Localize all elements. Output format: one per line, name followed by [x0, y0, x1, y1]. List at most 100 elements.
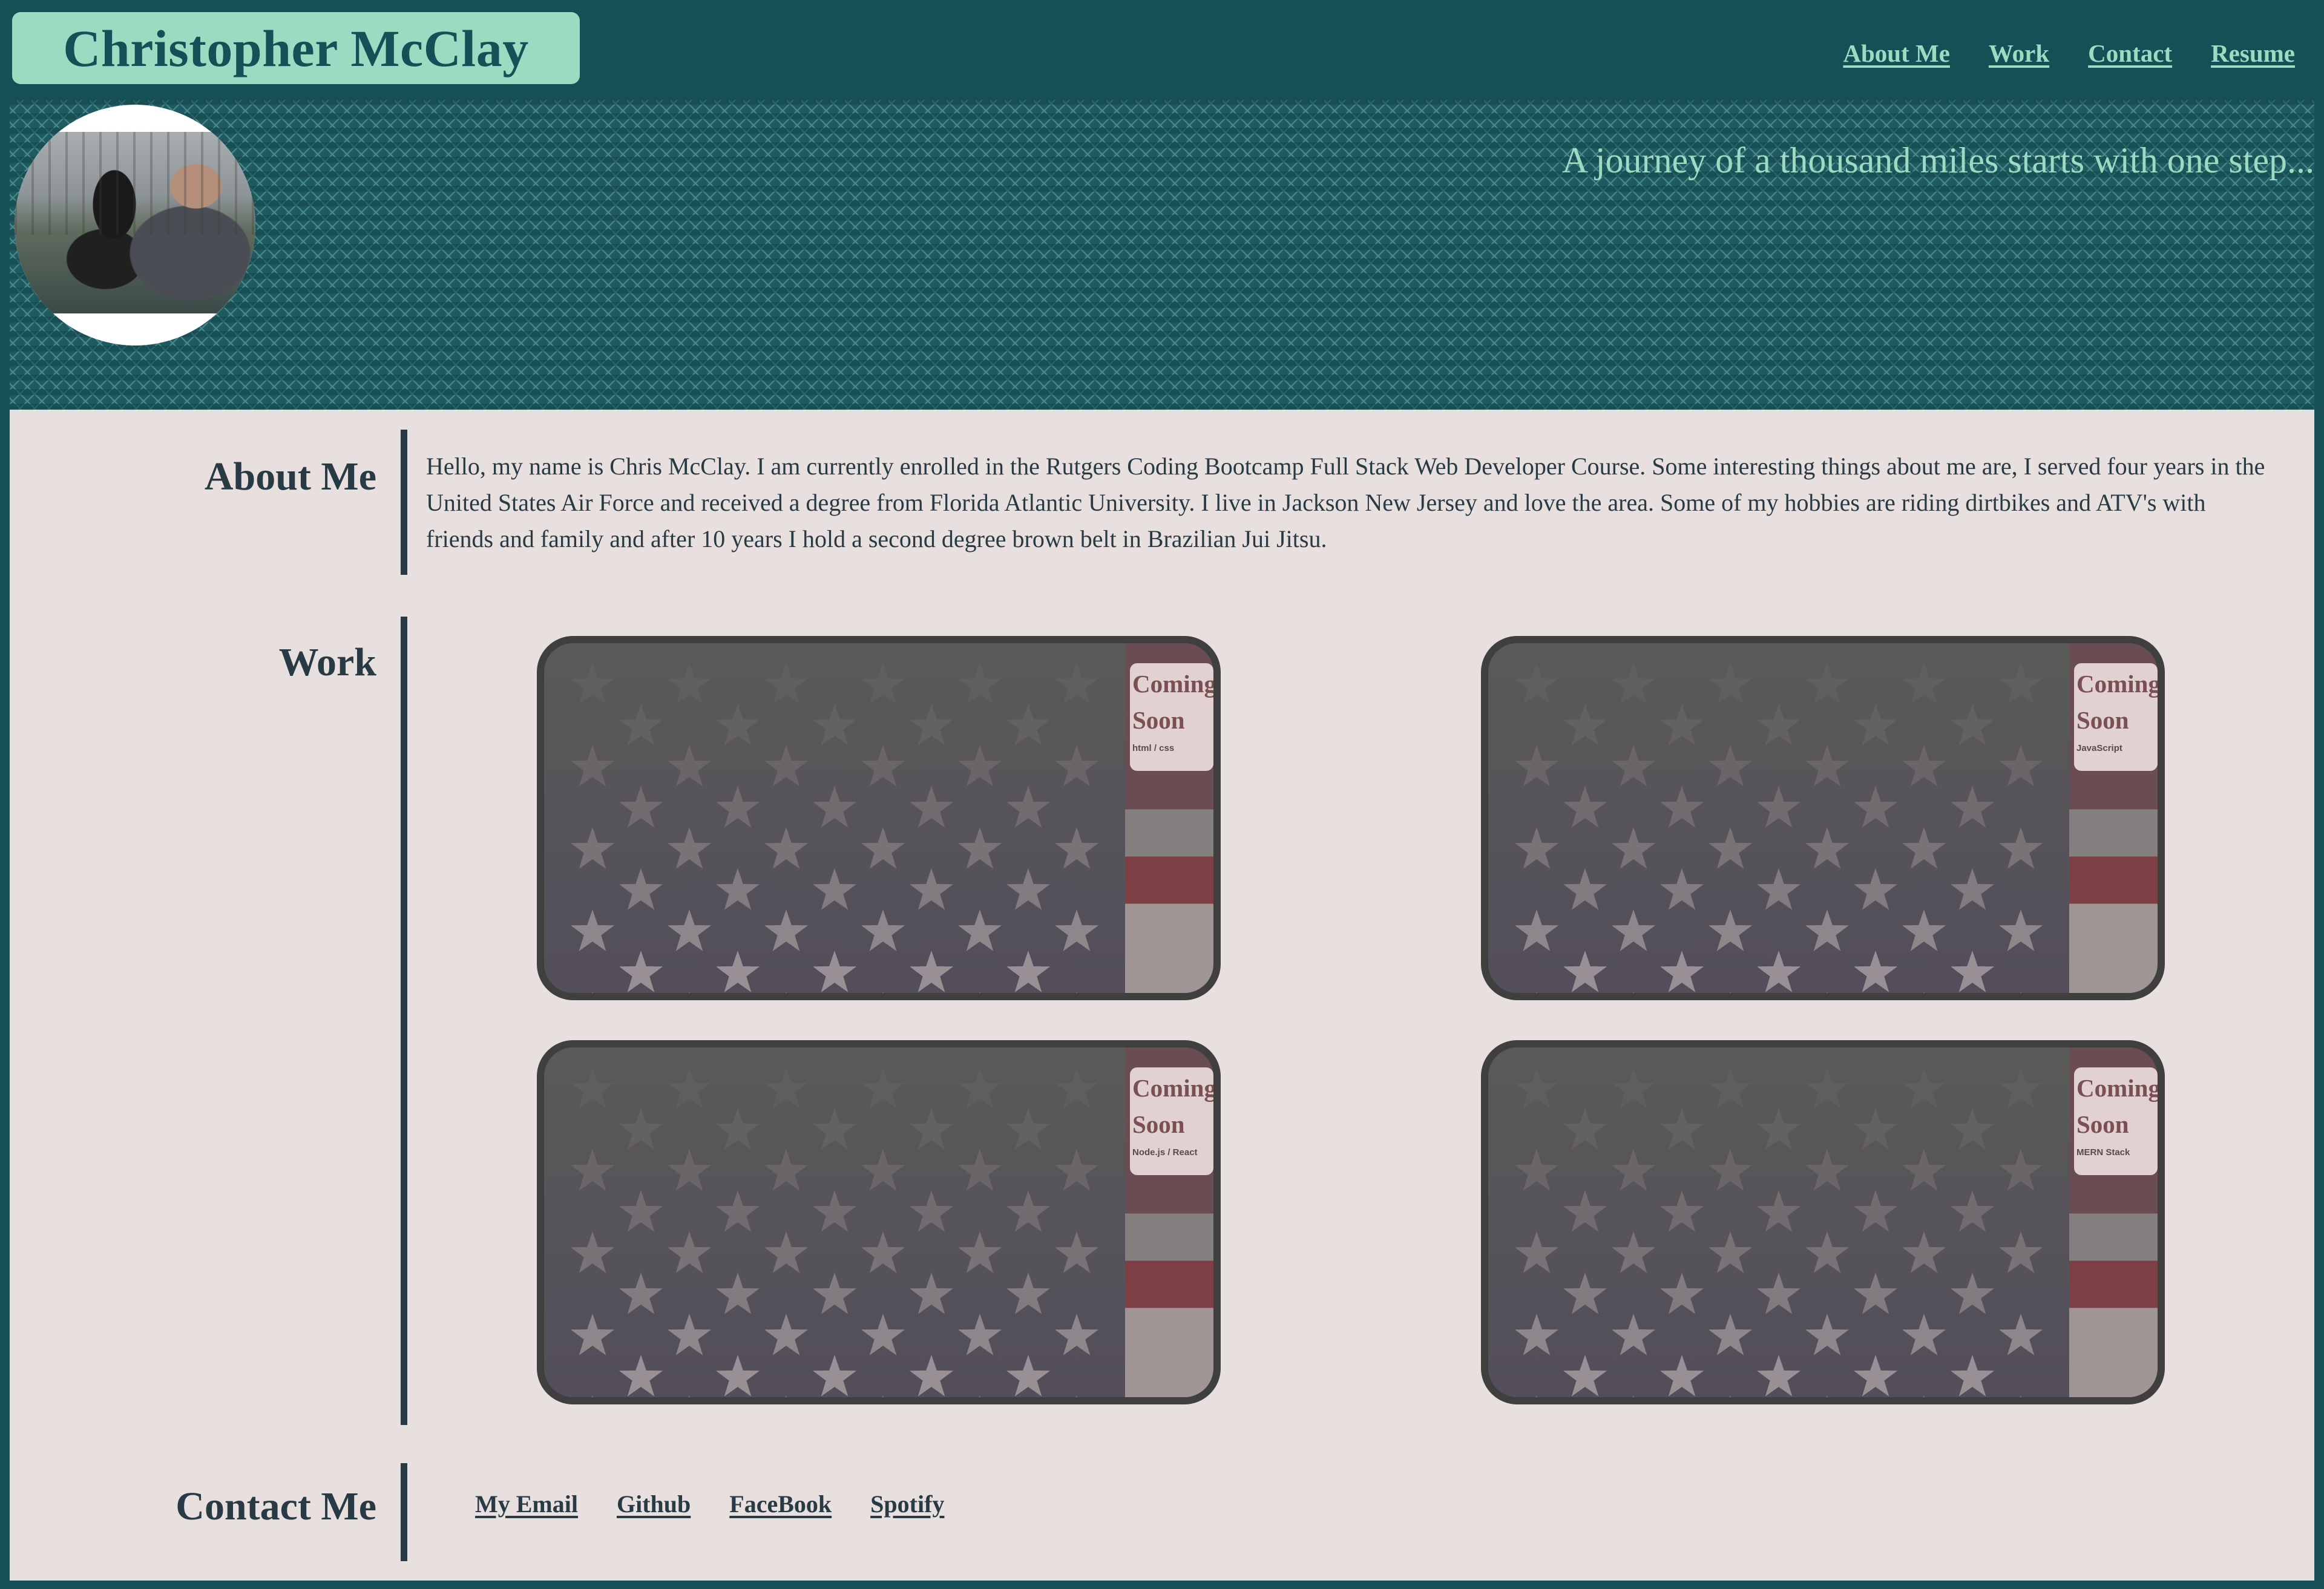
star-shape: [1659, 868, 1704, 910]
nav-link-resume[interactable]: Resume: [2211, 39, 2295, 68]
star-shape: [1536, 1396, 1537, 1397]
star-shape: [715, 951, 760, 992]
avatar-photo-background: [15, 132, 255, 235]
card-background: [1488, 1047, 2069, 1397]
stars-pattern: [570, 663, 1099, 993]
card-badge: Coming Soon Node.js / React: [1130, 1067, 1213, 1175]
contact-section-title: Contact Me: [176, 1484, 376, 1528]
star-shape: [1902, 1231, 1946, 1273]
star-shape: [1708, 663, 1753, 704]
star-shape: [861, 745, 905, 787]
nav-link-work[interactable]: Work: [1989, 39, 2049, 68]
star-shape: [1923, 992, 1925, 993]
star-shape: [570, 663, 615, 704]
star-shape: [1708, 1231, 1753, 1273]
star-shape: [1514, 1231, 1559, 1273]
star-shape: [1708, 909, 1753, 951]
star-shape: [1998, 745, 2043, 787]
star-shape: [619, 704, 663, 745]
star-shape: [861, 1314, 905, 1355]
star-shape: [957, 1149, 1002, 1191]
star-shape: [1950, 1355, 1995, 1397]
card-status: Coming Soon: [2076, 670, 2161, 734]
star-shape: [1563, 704, 1607, 745]
contact-link-github[interactable]: Github: [617, 1490, 691, 1518]
star-shape: [1756, 1355, 1801, 1397]
star-shape: [1708, 1067, 1753, 1109]
star-shape: [812, 1273, 857, 1314]
star-shape: [1950, 1108, 1995, 1150]
star-shape: [1611, 1231, 1656, 1273]
nav-link-contact[interactable]: Contact: [2088, 39, 2172, 68]
star-shape: [1659, 1355, 1704, 1397]
star-shape: [909, 951, 954, 992]
star-shape: [619, 786, 663, 828]
star-shape: [1853, 786, 1898, 828]
stars-pattern: [1514, 1067, 2043, 1397]
star-shape: [1708, 745, 1753, 787]
card-badge: Coming Soon JavaScript: [2074, 663, 2158, 771]
star-shape: [1054, 1149, 1099, 1191]
star-shape: [1514, 663, 1559, 704]
star-shape: [1853, 1273, 1898, 1314]
star-shape: [667, 1067, 712, 1109]
star-shape: [1756, 786, 1801, 828]
contact-link-spotify[interactable]: Spotify: [870, 1490, 944, 1518]
work-section-title: Work: [278, 640, 376, 684]
main-nav: About Me Work Contact Resume: [1843, 39, 2295, 68]
star-shape: [1611, 1067, 1656, 1109]
star-shape: [1006, 786, 1051, 828]
star-shape: [689, 1396, 690, 1397]
star-shape: [1902, 1149, 1946, 1191]
star-shape: [909, 868, 954, 910]
star-shape: [1756, 868, 1801, 910]
work-card-1[interactable]: Coming Soon html / css: [537, 636, 1221, 1000]
star-shape: [1006, 1108, 1051, 1150]
star-shape: [1902, 745, 1946, 787]
star-shape: [1006, 704, 1051, 745]
star-shape: [1756, 1108, 1801, 1150]
star-shape: [1827, 1396, 1828, 1397]
star-shape: [1853, 868, 1898, 910]
star-shape: [1633, 992, 1634, 993]
star-shape: [1902, 663, 1946, 704]
star-shape: [909, 704, 954, 745]
card-tech-label: MERN Stack: [2076, 1147, 2130, 1158]
star-shape: [812, 1355, 857, 1397]
nav-link-about-me[interactable]: About Me: [1843, 39, 1950, 68]
star-shape: [1902, 827, 1946, 869]
card-badge: Coming Soon MERN Stack: [2074, 1067, 2158, 1175]
top-header: Christopher McClay About Me Work Contact…: [0, 0, 2324, 100]
star-shape: [1853, 1108, 1898, 1150]
star-shape: [1950, 1273, 1995, 1314]
contact-links: My Email Github FaceBook Spotify: [475, 1490, 944, 1518]
star-shape: [1902, 909, 1946, 951]
star-shape: [2020, 1396, 2021, 1397]
stars-pattern: [570, 1067, 1099, 1397]
star-shape: [667, 909, 712, 951]
star-shape: [667, 827, 712, 869]
star-shape: [1950, 868, 1995, 910]
star-shape: [619, 1108, 663, 1150]
work-card-3[interactable]: Coming Soon Node.js / React: [537, 1040, 1221, 1404]
star-shape: [1805, 1149, 1850, 1191]
star-shape: [715, 1108, 760, 1150]
site-title: Christopher McClay: [12, 12, 580, 84]
star-shape: [909, 1273, 954, 1314]
star-shape: [667, 1149, 712, 1191]
star-shape: [1054, 745, 1099, 787]
star-shape: [812, 786, 857, 828]
contact-link-email[interactable]: My Email: [475, 1490, 578, 1518]
star-shape: [1950, 1190, 1995, 1232]
star-shape: [1950, 786, 1995, 828]
star-shape: [1006, 1190, 1051, 1232]
contact-link-facebook[interactable]: FaceBook: [729, 1490, 832, 1518]
star-shape: [1805, 1231, 1850, 1273]
work-card-2[interactable]: Coming Soon JavaScript: [1481, 636, 2165, 1000]
star-shape: [1563, 951, 1607, 992]
main-content: About Me Hello, my name is Chris McClay.…: [10, 410, 2314, 1581]
star-shape: [1611, 827, 1656, 869]
star-shape: [764, 745, 809, 787]
star-shape: [909, 786, 954, 828]
work-card-4[interactable]: Coming Soon MERN Stack: [1481, 1040, 2165, 1404]
